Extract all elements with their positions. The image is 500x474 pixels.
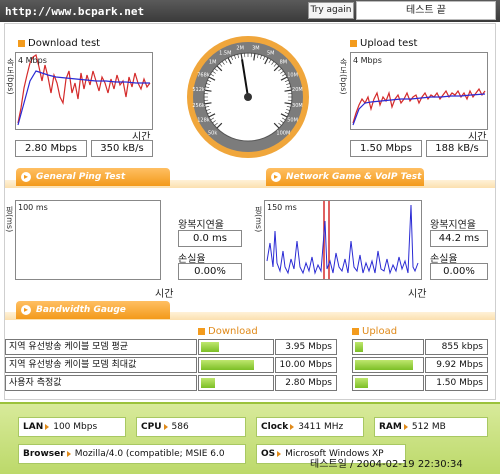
bar-fill xyxy=(355,378,368,388)
spec-lan: LAN 100 Mbps xyxy=(18,417,126,437)
bandwidth-upload-bar xyxy=(352,375,424,391)
bandwidth-row-label: 지역 유선방송 케이블 모뎀 최대값 xyxy=(5,357,197,373)
bandwidth-download-bar xyxy=(198,357,274,373)
arrow-circle-icon: ▸ xyxy=(271,172,281,182)
gauge-label: 20M xyxy=(292,87,303,93)
game-xlabel: 시간 xyxy=(408,289,427,300)
bullet-icon xyxy=(18,39,25,47)
upload-ylabel: 속도(bps) xyxy=(339,58,348,95)
bandwidth-download-value: 3.95 Mbps xyxy=(275,339,337,355)
gauge-label: 768k xyxy=(197,72,210,78)
spec-clock: Clock 3411 MHz xyxy=(256,417,364,437)
game-chart-svg xyxy=(266,201,419,279)
bullet-icon xyxy=(350,39,357,47)
upload-title: Upload test xyxy=(350,38,417,49)
arrow-icon xyxy=(45,423,50,430)
bandwidth-upload-value: 9.92 Mbps xyxy=(425,357,488,373)
bandwidth-download-bar xyxy=(198,339,274,355)
ping-rtt-value: 0.0 ms xyxy=(178,230,242,247)
gauge-label: 2M xyxy=(236,46,244,52)
bandwidth-upload-value: 855 kbps xyxy=(425,339,488,355)
bandwidth-download-bar xyxy=(198,375,274,391)
spec-ram: RAM 512 MB xyxy=(374,417,488,437)
download-title: Download test xyxy=(18,38,100,49)
download-mbps: 2.80 Mbps xyxy=(15,140,87,157)
spec-cpu: CPU 586 xyxy=(136,417,246,437)
arrow-icon xyxy=(290,423,295,430)
gauge-label: 512k xyxy=(192,87,205,93)
game-rtt-value: 44.2 ms xyxy=(430,230,488,247)
bandwidth-download-header: Download xyxy=(198,326,258,337)
ping-rtt-label: 왕복지연율 xyxy=(178,220,224,231)
gauge-label: 50M xyxy=(287,118,298,124)
gauge-label: 30M xyxy=(292,103,303,109)
bar-fill xyxy=(201,360,254,370)
game-rtt-label: 왕복지연율 xyxy=(430,220,476,231)
bar-fill xyxy=(201,342,219,352)
ping-ylabel: 핑(ms) xyxy=(5,206,14,233)
ping-scale: 100 ms xyxy=(18,203,48,212)
tab-bandwidth-gauge[interactable]: ▸ Bandwidth Gauge xyxy=(16,301,170,319)
bandwidth-download-value: 2.80 Mbps xyxy=(275,375,337,391)
ping-chart xyxy=(15,200,161,280)
gauge-label: 50k xyxy=(208,130,217,136)
gauge-label: 100M xyxy=(276,130,290,136)
bandwidth-row-label: 지역 유선방송 케이블 모뎀 평균 xyxy=(5,339,197,355)
bar-fill xyxy=(355,360,413,370)
arrow-circle-icon: ▸ xyxy=(21,172,31,182)
bullet-icon xyxy=(198,327,205,335)
bandwidth-row-label: 사용자 측정값 xyxy=(5,375,197,391)
test-timestamp: 테스트일 / 2004-02-19 22:30:34 xyxy=(310,459,463,470)
upload-mbps: 1.50 Mbps xyxy=(350,140,422,157)
bandwidth-upload-bar xyxy=(352,357,424,373)
speed-gauge-svg: 50k 128k 256k 512k 768k 1M1.5M 2M 3M 5M 8M 10M 20M 3… xyxy=(187,36,309,158)
arrow-icon xyxy=(66,450,71,457)
gauge-label: 3M xyxy=(252,46,260,52)
bar-fill xyxy=(355,342,363,352)
spec-browser: Browser Mozilla/4.0 (compatible; MSIE 6.0 xyxy=(18,444,246,464)
arrow-icon xyxy=(163,423,168,430)
download-kbs: 350 kB/s xyxy=(91,140,153,157)
upload-kbs: 188 kB/s xyxy=(426,140,488,157)
bandwidth-upload-header: Upload xyxy=(352,326,397,337)
gauge-label: 128k xyxy=(197,118,210,124)
bandwidth-upload-bar xyxy=(352,339,424,355)
upload-scale: 4 Mbps xyxy=(353,56,382,65)
game-ylabel: 핑(ms) xyxy=(254,206,263,233)
tab-general-ping[interactable]: ▸ General Ping Test xyxy=(16,168,170,186)
gauge-label: 256k xyxy=(192,103,205,109)
arrow-icon xyxy=(277,450,282,457)
upload-speed-line xyxy=(352,87,486,124)
game-scale: 150 ms xyxy=(267,203,297,212)
try-again-button[interactable]: Try again xyxy=(308,2,354,19)
gauge-label: 1M xyxy=(209,60,217,66)
arrow-icon xyxy=(403,423,408,430)
ping-loss-value: 0.00% xyxy=(178,263,242,280)
speed-gauge: 50k 128k 256k 512k 768k 1M 1.5M 2M 3M 5M 8M 10M 20M 3… xyxy=(186,35,310,162)
end-test-button[interactable]: 테스트 끝 xyxy=(356,1,496,20)
download-speed-line xyxy=(17,54,151,124)
gauge-label: 1.5M xyxy=(219,50,231,56)
bandwidth-upload-value: 1.50 Mbps xyxy=(425,375,488,391)
gauge-label: 8M xyxy=(280,60,288,66)
bandwidth-download-value: 10.00 Mbps xyxy=(275,357,337,373)
game-chart xyxy=(264,200,422,280)
gauge-label: 5M xyxy=(267,50,275,56)
game-ping-line xyxy=(266,204,419,275)
game-loss-value: 0.00% xyxy=(430,263,488,280)
bullet-icon xyxy=(352,327,359,335)
arrow-circle-icon: ▸ xyxy=(21,305,31,315)
bar-fill xyxy=(201,378,215,388)
download-scale: 4 Mbps xyxy=(18,56,47,65)
tab-network-game-voip[interactable]: ▸ Network Game & VoIP Test xyxy=(266,168,424,186)
site-url: http://www.bcpark.net xyxy=(5,5,145,18)
ping-xlabel: 시간 xyxy=(155,289,174,300)
upload-average-line xyxy=(352,93,486,126)
gauge-label: 10M xyxy=(287,72,298,78)
